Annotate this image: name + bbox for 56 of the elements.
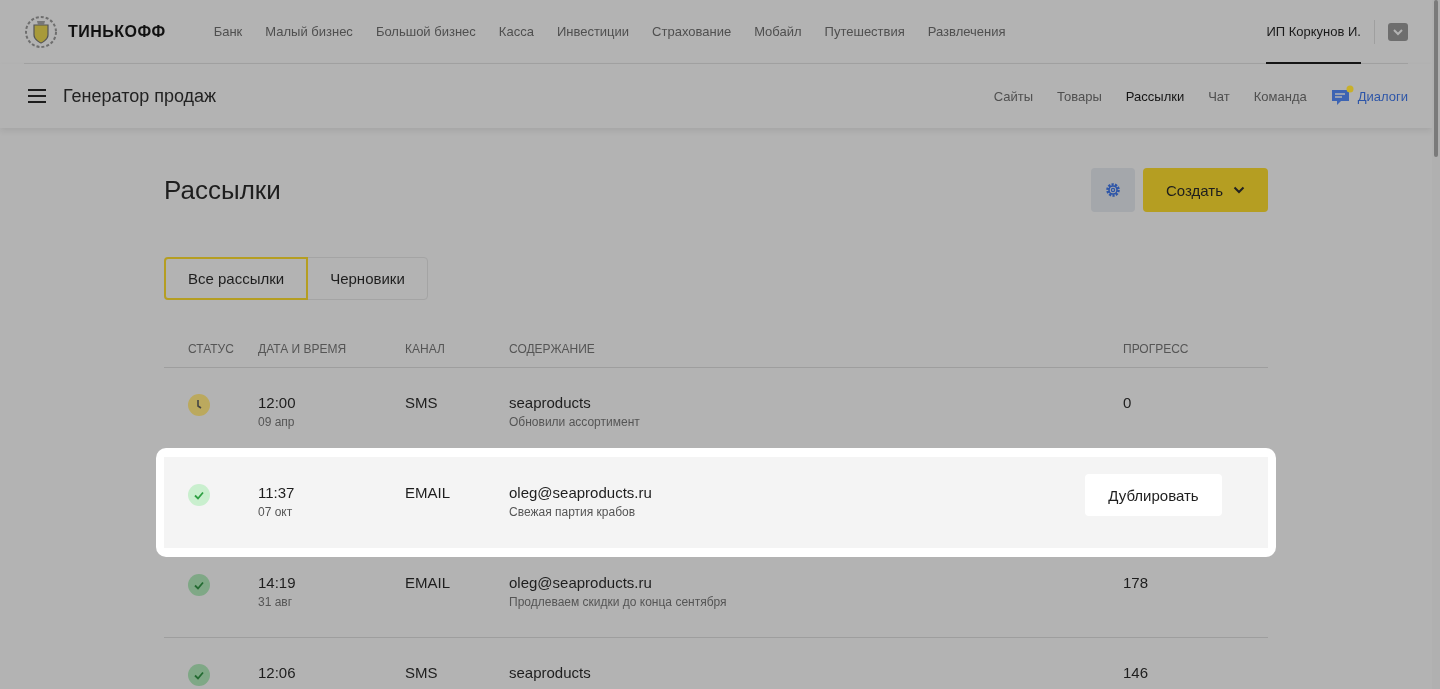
time-text: 14:19 — [258, 574, 297, 591]
recipient-text: seaproducts — [509, 664, 592, 681]
date-text: 09 апр — [258, 415, 296, 429]
channel-text: SMS — [405, 394, 439, 411]
account-link[interactable]: ИП Коркунов И. — [1266, 0, 1361, 64]
tab[interactable]: Все рассылки — [164, 257, 309, 300]
nav-link[interactable]: Малый бизнес — [265, 24, 353, 39]
settings-icon — [1104, 181, 1122, 199]
create-button[interactable]: Создать — [1143, 168, 1268, 212]
column-header: СОДЕРЖАНИЕ — [509, 341, 596, 356]
progress-text: 0 — [1123, 394, 1133, 411]
nav-link[interactable]: Банк — [213, 24, 243, 39]
nav-link[interactable]: Мобайл — [754, 24, 802, 39]
crest-icon — [24, 14, 58, 49]
duplicate-button[interactable]: Дублировать — [1085, 474, 1222, 516]
nav-link[interactable]: Страхование — [652, 24, 732, 39]
logo-wordmark[interactable]: ТИНЬКОФФ — [68, 22, 166, 41]
page-title: Рассылки — [164, 174, 281, 206]
recipient-text: oleg@seaproducts.ru — [509, 574, 653, 591]
date-text: 31 авг — [258, 595, 294, 609]
dropdown-button[interactable] — [1388, 22, 1408, 41]
nav-link[interactable]: Сайты — [993, 88, 1034, 104]
nav-link[interactable]: Товары — [1057, 88, 1102, 104]
recipient-text: seaproducts — [509, 394, 592, 411]
subject-text: Продлеваем скидки до конца сентября — [509, 595, 728, 609]
channel-text: EMAIL — [405, 484, 451, 501]
column-header: ПРОГРЕСС — [1123, 341, 1190, 356]
dialogs-link[interactable]: Диалоги — [1330, 85, 1408, 107]
scrollbar-thumb[interactable] — [1434, 0, 1438, 157]
nav-link[interactable]: Команда — [1253, 88, 1307, 104]
subject-text: Обновили ассортимент — [509, 415, 641, 429]
subject-text: Свежая партия крабов — [509, 505, 637, 519]
time-text: 12:00 — [258, 394, 297, 411]
column-header: ДАТА И ВРЕМЯ — [258, 341, 348, 356]
time-text: 11:37 — [258, 484, 296, 501]
nav-link[interactable]: Чат — [1208, 88, 1230, 104]
channel-text: SMS — [405, 664, 439, 681]
progress-text: 146 — [1123, 664, 1150, 681]
progress-text: 178 — [1123, 574, 1150, 591]
menu-icon[interactable] — [27, 88, 47, 104]
nav-link[interactable]: Касса — [498, 24, 534, 39]
settings-button[interactable] — [1091, 168, 1135, 212]
chevron-down-icon — [1392, 27, 1404, 36]
nav-link[interactable]: Путешествия — [824, 24, 905, 39]
column-header: СТАТУС — [188, 341, 235, 356]
nav-link[interactable]: Большой бизнес — [375, 24, 476, 39]
nav-link[interactable]: Рассылки — [1125, 88, 1185, 104]
chevron-down-icon — [1233, 186, 1245, 194]
nav-link[interactable]: Инвестиции — [556, 24, 630, 39]
time-text: 12:06 — [258, 664, 297, 681]
channel-text: EMAIL — [405, 574, 451, 591]
column-header: КАНАЛ — [405, 341, 446, 356]
tab[interactable]: Черновики — [307, 257, 428, 300]
date-text: 07 окт — [258, 505, 294, 519]
app-title: Генератор продаж — [63, 85, 217, 107]
nav-link[interactable]: Развлечения — [927, 24, 1006, 39]
